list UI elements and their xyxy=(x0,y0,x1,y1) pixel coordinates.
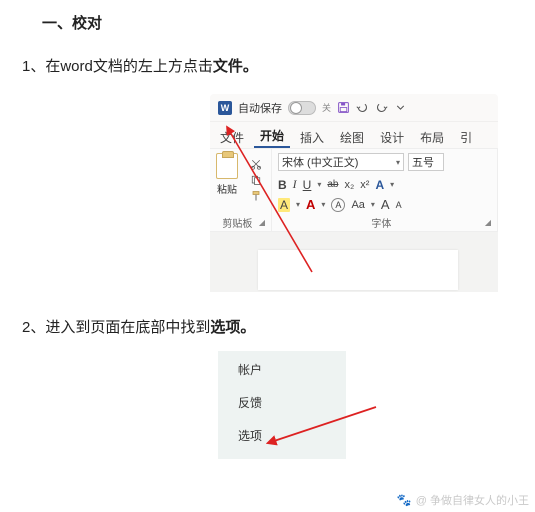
page-canvas[interactable] xyxy=(258,250,458,290)
menu-item-options[interactable]: 选项 xyxy=(238,427,346,444)
word-ribbon-screenshot: W 自动保存 关 文件 开始 插入 绘图 设计 布局 引 xyxy=(210,94,498,292)
format-painter-icon[interactable] xyxy=(250,189,262,201)
menu-item-account[interactable]: 帐户 xyxy=(238,361,346,378)
autosave-toggle[interactable] xyxy=(288,101,316,115)
font-color-dropdown-icon[interactable]: ▾ xyxy=(321,200,325,209)
document-area xyxy=(210,232,498,292)
paw-icon: 🐾 xyxy=(397,493,412,507)
underline-button[interactable]: U xyxy=(303,178,312,192)
tab-home[interactable]: 开始 xyxy=(254,123,290,148)
autosave-label: 自动保存 xyxy=(238,100,282,116)
font-name-combo[interactable]: 宋体 (中文正文) ▾ xyxy=(278,153,404,171)
italic-button[interactable]: I xyxy=(293,177,297,192)
font-size-value: 五号 xyxy=(412,154,434,170)
clipboard-group-label: 剪贴板 xyxy=(216,214,259,230)
dropdown-icon[interactable] xyxy=(394,101,407,114)
paste-button[interactable]: 粘贴 xyxy=(216,153,238,196)
step-1-prefix: 1、在word文档的左上方点击 xyxy=(22,58,213,75)
step-1-bold: 文件。 xyxy=(213,58,258,75)
step-2-text: 2、进入到页面在底部中找到选项。 xyxy=(22,316,535,337)
step-2-bold: 选项。 xyxy=(210,319,255,336)
clipboard-group: 粘贴 剪贴板 ◢ xyxy=(210,149,272,231)
grow-font-button[interactable]: A xyxy=(381,197,390,212)
section-heading: 一、校对 xyxy=(42,12,535,33)
redo-icon[interactable] xyxy=(375,101,388,114)
watermark-text: @ 争做自律女人的小王 xyxy=(416,492,529,508)
step-1-text: 1、在word文档的左上方点击文件。 xyxy=(22,55,535,76)
font-group-label: 字体 xyxy=(278,214,485,230)
save-icon[interactable] xyxy=(337,101,350,114)
strikethrough-button[interactable]: ab xyxy=(327,179,338,190)
bold-button[interactable]: B xyxy=(278,178,287,192)
autosave-off-text: 关 xyxy=(322,101,331,114)
font-size-combo[interactable]: 五号 xyxy=(408,153,444,171)
word-logo-icon: W xyxy=(218,101,232,115)
enclose-char-button[interactable]: A xyxy=(331,198,345,212)
file-menu-screenshot: 帐户 反馈 选项 xyxy=(218,351,413,459)
font-launcher-icon[interactable]: ◢ xyxy=(485,218,491,227)
underline-dropdown-icon[interactable]: ▾ xyxy=(317,180,321,189)
tab-design[interactable]: 设计 xyxy=(374,125,410,148)
tab-draw[interactable]: 绘图 xyxy=(334,125,370,148)
highlight-button[interactable]: A xyxy=(278,198,290,212)
tab-insert[interactable]: 插入 xyxy=(294,125,330,148)
superscript-button[interactable]: x² xyxy=(360,179,369,191)
font-color-button[interactable]: A xyxy=(306,197,315,212)
ribbon: 粘贴 剪贴板 ◢ 宋体 (中文正文) ▾ 五号 xyxy=(210,148,498,232)
tab-layout[interactable]: 布局 xyxy=(414,125,450,148)
file-menu-sidebar: 帐户 反馈 选项 xyxy=(218,351,346,459)
shrink-font-button[interactable]: A xyxy=(396,200,402,210)
clipboard-launcher-icon[interactable]: ◢ xyxy=(259,218,265,227)
watermark: 🐾 @ 争做自律女人的小王 xyxy=(397,492,529,508)
ribbon-tabs: 文件 开始 插入 绘图 设计 布局 引 xyxy=(210,122,498,148)
text-effects-dropdown-icon[interactable]: ▾ xyxy=(390,180,394,189)
chevron-down-icon: ▾ xyxy=(396,158,400,167)
change-case-dropdown-icon[interactable]: ▾ xyxy=(371,200,375,209)
undo-icon[interactable] xyxy=(356,101,369,114)
copy-icon[interactable] xyxy=(250,173,262,185)
cut-icon[interactable] xyxy=(250,157,262,169)
tab-file[interactable]: 文件 xyxy=(214,125,250,148)
menu-item-feedback[interactable]: 反馈 xyxy=(238,394,346,411)
font-group: 宋体 (中文正文) ▾ 五号 B I U ▾ ab x₂ x² A ▾ A xyxy=(272,149,498,231)
font-name-value: 宋体 (中文正文) xyxy=(282,154,358,170)
highlight-dropdown-icon[interactable]: ▾ xyxy=(296,200,300,209)
step-2-prefix: 2、进入到页面在底部中找到 xyxy=(22,319,210,336)
change-case-button[interactable]: Aa xyxy=(351,199,364,211)
subscript-button[interactable]: x₂ xyxy=(344,179,354,191)
paste-label: 粘贴 xyxy=(217,181,237,196)
text-effects-button[interactable]: A xyxy=(375,178,384,192)
paste-icon xyxy=(216,153,238,179)
titlebar: W 自动保存 关 xyxy=(210,94,498,122)
tab-references[interactable]: 引 xyxy=(454,125,478,148)
file-menu-content-area xyxy=(346,351,413,459)
